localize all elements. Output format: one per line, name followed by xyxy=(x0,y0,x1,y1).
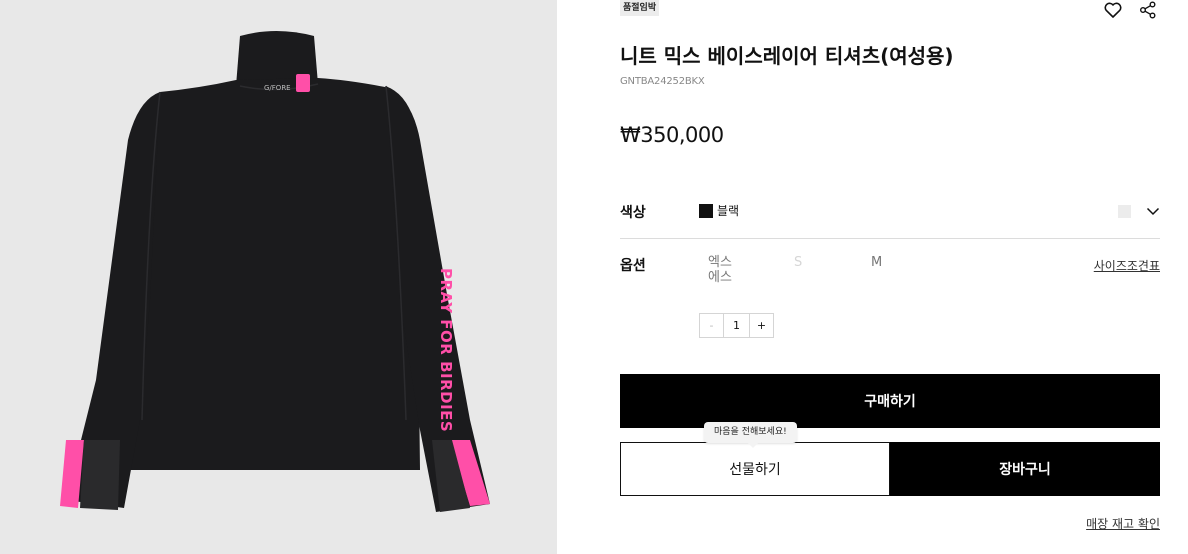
product-title: 니트 믹스 베이스레이어 티셔츠(여성용) xyxy=(620,44,954,68)
quantity-increase-button[interactable]: + xyxy=(749,314,773,337)
gift-tooltip: 마음을 전해보세요! xyxy=(704,422,797,448)
color-swatch xyxy=(699,204,713,218)
stock-badge: 품절임박 xyxy=(620,0,660,16)
color-label: 색상 xyxy=(620,205,646,221)
product-image: G/FORE PRAY FOR BIRDIES xyxy=(0,0,557,554)
share-icon xyxy=(1140,1,1156,19)
product-price: ₩350,000 xyxy=(620,123,724,147)
color-chip-placeholder xyxy=(1118,204,1131,218)
sleeve-print: PRAY FOR BIRDIES xyxy=(437,268,455,432)
collar-logo: G/FORE xyxy=(264,84,291,92)
option-label: 옵션 xyxy=(620,258,646,274)
cart-button[interactable]: 장바구니 xyxy=(890,442,1160,496)
buy-button[interactable]: 구매하기 xyxy=(620,374,1160,428)
size-option-line: S xyxy=(794,255,803,270)
quantity-decrease-button[interactable]: - xyxy=(700,314,724,337)
size-guide-link[interactable]: 사이즈조견표 xyxy=(1094,257,1160,274)
size-option-line: 에스 xyxy=(708,270,732,285)
size-option-m[interactable]: M xyxy=(871,255,882,270)
color-dropdown[interactable] xyxy=(1118,200,1160,222)
quantity-stepper: - 1 + xyxy=(699,313,774,338)
store-stock-link[interactable]: 매장 재고 확인 xyxy=(1086,515,1160,532)
size-option-xs[interactable]: 엑스 에스 xyxy=(708,255,732,285)
shirt-illustration: G/FORE PRAY FOR BIRDIES xyxy=(60,31,490,512)
chevron-down-icon xyxy=(1146,207,1160,215)
heart-icon xyxy=(1104,2,1122,18)
product-detail-page: G/FORE PRAY FOR BIRDIES 품절임박 니트 믹스 베이스레이… xyxy=(0,0,1188,554)
size-option-s[interactable]: S xyxy=(794,255,802,270)
share-button[interactable] xyxy=(1138,0,1158,20)
color-selector-row: 색상 블랙 xyxy=(620,192,1160,239)
gift-button[interactable]: 선물하기 xyxy=(620,442,890,496)
wishlist-button[interactable] xyxy=(1103,0,1123,20)
product-code: GNTBA24252BKX xyxy=(620,76,705,87)
quantity-value[interactable]: 1 xyxy=(724,314,749,337)
size-option-line: 엑스 xyxy=(708,255,732,270)
size-option-line: M xyxy=(871,255,883,270)
product-info-panel: 품절임박 니트 믹스 베이스레이어 티셔츠(여성용) GNTBA24252BKX… xyxy=(620,0,1160,554)
color-name: 블랙 xyxy=(717,204,740,218)
